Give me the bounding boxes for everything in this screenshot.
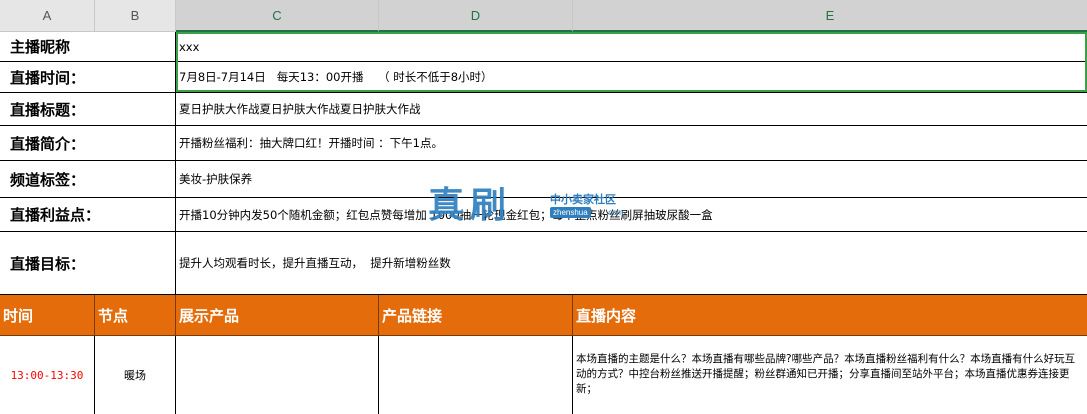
cell-value[interactable]: xxx	[176, 32, 1087, 62]
column-header-label: C	[272, 7, 282, 23]
info-row-live-intro: 直播简介： 开播粉丝福利：抽大牌口红！开播时间 ：下午1点。	[0, 126, 1087, 161]
header-cell-time[interactable]: 时间	[0, 295, 95, 336]
cell-content[interactable]: 本场直播的主题是什么？本场直播有哪些品牌?哪些产品？本场直播粉丝福利有什么？本场…	[573, 336, 1087, 414]
info-row-live-title: 直播标题： 夏日护肤大作战夏日护肤大作战夏日护肤大作战	[0, 93, 1087, 126]
column-header-b[interactable]: B	[95, 0, 176, 32]
cell-label[interactable]: 直播目标：	[0, 232, 176, 295]
header-cell-link[interactable]: 产品链接	[379, 295, 573, 336]
column-header-label: A	[42, 8, 52, 23]
column-header-a[interactable]: A	[0, 0, 95, 32]
cell-value[interactable]: 开播10分钟内发50个随机金额；红包点赞每增加 1000抽一轮现金红包；每个整点…	[176, 198, 1087, 232]
cell-node[interactable]: 暖场	[95, 336, 176, 414]
column-header-label: B	[130, 8, 140, 23]
cell-label[interactable]: 直播标题：	[0, 93, 176, 126]
cell-link[interactable]	[379, 336, 573, 414]
cell-time[interactable]: 13:00-13:30	[0, 336, 95, 414]
cell-value[interactable]: 提升人均观看时长，提升直播互动， 提升新增粉丝数	[176, 232, 1087, 295]
info-row-channel-tag: 频道标签： 美妆-护肤保养	[0, 161, 1087, 198]
header-cell-product[interactable]: 展示产品	[176, 295, 379, 336]
cell-value[interactable]: 夏日护肤大作战夏日护肤大作战夏日护肤大作战	[176, 93, 1087, 126]
column-header-e[interactable]: E	[573, 0, 1087, 32]
info-row-anchor-name: 主播昵称 xxx	[0, 32, 1087, 62]
schedule-row: 13:00-13:30 暖场 本场直播的主题是什么？本场直播有哪些品牌?哪些产品…	[0, 336, 1087, 414]
cell-product[interactable]	[176, 336, 379, 414]
info-row-goal: 直播目标： 提升人均观看时长，提升直播互动， 提升新增粉丝数	[0, 232, 1087, 295]
info-row-live-time: 直播时间： 7月8日-7月14日 每天13：00开播 （ 时长不低于8小时）	[0, 62, 1087, 93]
column-header-c[interactable]: C	[176, 0, 379, 32]
column-header-label: D	[470, 7, 481, 23]
column-header-d[interactable]: D	[379, 0, 573, 32]
cell-label[interactable]: 主播昵称	[0, 32, 176, 62]
header-cell-node[interactable]: 节点	[95, 295, 176, 336]
cell-label[interactable]: 直播时间：	[0, 62, 176, 93]
cell-label[interactable]: 频道标签：	[0, 161, 176, 198]
cell-label[interactable]: 直播简介：	[0, 126, 176, 161]
header-cell-content[interactable]: 直播内容	[573, 295, 1087, 336]
cell-label[interactable]: 直播利益点：	[0, 198, 176, 232]
info-row-benefit: 直播利益点： 开播10分钟内发50个随机金额；红包点赞每增加 1000抽一轮现金…	[0, 198, 1087, 232]
schedule-header-row: 时间 节点 展示产品 产品链接 直播内容	[0, 295, 1087, 336]
column-header-label: E	[825, 7, 835, 23]
cell-value[interactable]: 美妆-护肤保养	[176, 161, 1087, 198]
cell-value[interactable]: 开播粉丝福利：抽大牌口红！开播时间 ：下午1点。	[176, 126, 1087, 161]
cell-value[interactable]: 7月8日-7月14日 每天13：00开播 （ 时长不低于8小时）	[176, 62, 1087, 93]
